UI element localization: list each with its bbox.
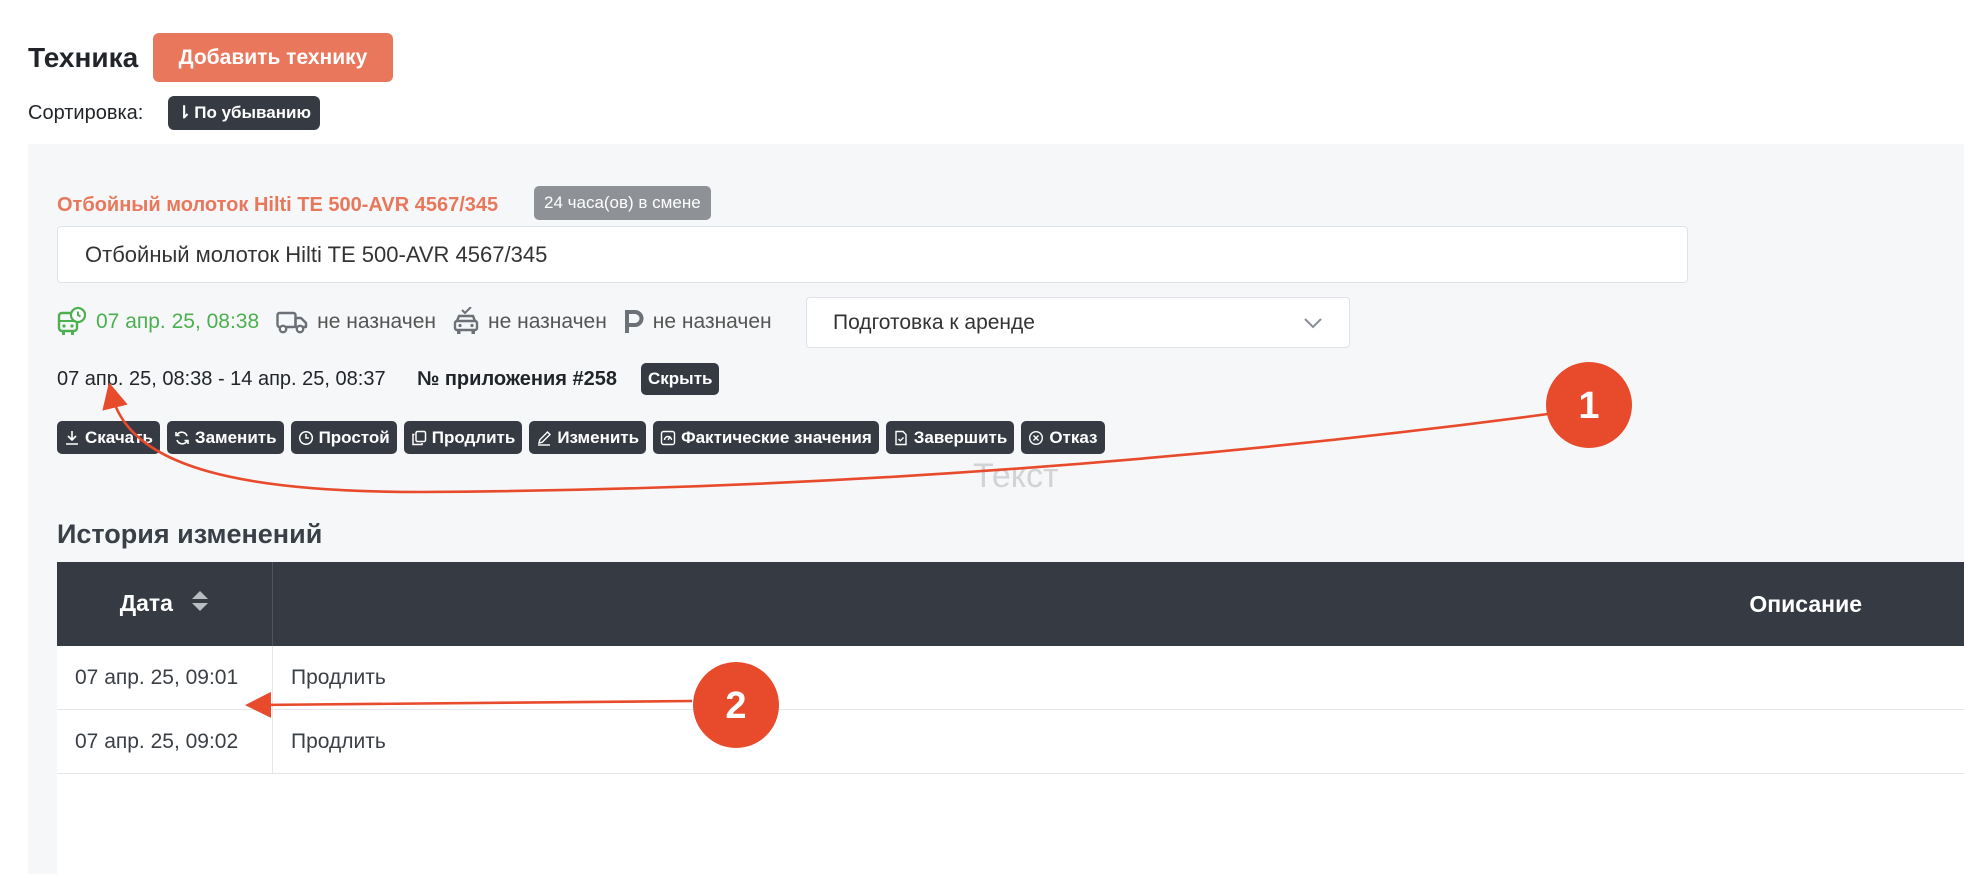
annotation-arrow-2 [245, 691, 693, 718]
annotation-arrow-1 [102, 382, 1549, 494]
annotation-overlay: 1 2 [102, 362, 1632, 748]
annotation-marker-2-label: 2 [725, 685, 746, 727]
annotation-marker-1-label: 1 [1578, 385, 1599, 427]
